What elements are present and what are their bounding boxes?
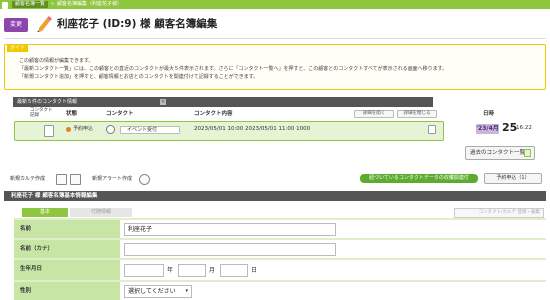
guide-line: 「新規コンタクト追加」を押すと、顧客情報とお店とのコンタクトを関連付けて記録する… — [19, 74, 259, 80]
birth-day-input[interactable] — [220, 264, 248, 277]
birth-month-input[interactable] — [178, 264, 206, 277]
status-dot-icon — [66, 127, 71, 132]
breadcrumb: 顧客名簿一覧 » 顧客名簿編集（利座花子様） — [0, 0, 550, 9]
contact-event: イベント受付 — [120, 126, 180, 134]
attachment-icon[interactable] — [428, 125, 436, 134]
detail-close-button[interactable]: 詳細を閉じる — [397, 110, 437, 118]
basic-info-header: 利座花子 様 顧客名簿基本情報編集 — [4, 191, 546, 201]
field-label-kana: 名前（カナ） — [14, 240, 120, 258]
new-karte-link[interactable]: 新規カルテ作成 — [10, 176, 45, 183]
divider — [4, 38, 546, 39]
list-icon — [524, 149, 531, 157]
note-edit-icon[interactable] — [44, 125, 54, 137]
name-input[interactable]: 利座花子 — [124, 223, 336, 236]
birth-year-input[interactable] — [124, 264, 164, 277]
tab-basic[interactable]: 基本 — [22, 208, 68, 217]
page-title: 利座花子 (ID:9) 様 顧客名簿編集 — [57, 18, 218, 30]
home-icon[interactable] — [2, 1, 8, 9]
reservation-button[interactable]: 予約申込（1） — [484, 173, 542, 184]
detail-open-button[interactable]: 詳細を開く — [354, 110, 394, 118]
kana-input[interactable] — [124, 243, 336, 256]
day-unit: 日 — [251, 267, 258, 274]
column-contact-note: コンタクト 記録 — [30, 108, 53, 118]
people-icon[interactable] — [70, 174, 81, 185]
guide-tag: ガイド — [7, 44, 29, 52]
breadcrumb-customer-list[interactable]: 顧客名簿一覧 — [12, 1, 49, 8]
breadcrumb-current: 顧客名簿編集（利座花子様） — [57, 1, 123, 7]
karte-icon[interactable] — [56, 174, 67, 185]
new-alert-link[interactable]: 新規アラート作成 — [92, 176, 132, 183]
guide-line: この顧客の情報が編集できます。 — [19, 58, 94, 64]
pencil-icon — [37, 16, 52, 32]
contact-datetime: 2023/05/01 10:00 2023/05/01 11:00 1000 — [194, 126, 311, 132]
guide-line: 「最新コンタクト一覧」には、この顧客との直近のコンタクトが最大５件表示されます。… — [19, 66, 448, 72]
date-month-badge: '23/4月 — [476, 124, 499, 134]
clock-icon — [106, 125, 115, 134]
tab-other-info[interactable]: 付随情報 — [70, 208, 132, 217]
gender-select[interactable]: 選択してください ▾ — [124, 285, 192, 298]
contact-status: 予約申込 — [73, 126, 94, 132]
close-icon[interactable]: × — [160, 99, 166, 105]
column-status: 状態 — [66, 111, 78, 117]
alarm-icon[interactable] — [139, 174, 150, 185]
column-contact: コンタクト — [106, 111, 134, 117]
gender-select-value: 選択してください — [128, 288, 176, 295]
edit-badge: 変更 — [4, 18, 28, 32]
chevron-down-icon: ▾ — [185, 288, 188, 294]
column-date: 日時 — [483, 111, 495, 117]
year-unit: 年 — [167, 267, 174, 274]
field-label-name: 名前 — [14, 220, 120, 238]
column-content: コンタクト内容 — [194, 111, 233, 117]
field-label-birthday: 生年月日 — [14, 260, 120, 280]
guide-box: この顧客の情報が編集できます。 「最新コンタクト一覧」には、この顧客との直近のコ… — [4, 44, 546, 90]
field-label-gender: 性別 — [14, 282, 120, 300]
contact-info-header: 最新５件のコンタクト情報 — [13, 97, 433, 107]
date-time: 16:22 — [516, 125, 532, 131]
contact-karte-edit-button[interactable]: コンタクト/カルテ 登録・編集 — [454, 208, 544, 218]
breadcrumb-separator: » — [51, 1, 55, 7]
month-unit: 月 — [209, 267, 216, 274]
linked-contact-button[interactable]: 紐づいているコンタクトデータの収穫関連付 — [360, 174, 478, 183]
